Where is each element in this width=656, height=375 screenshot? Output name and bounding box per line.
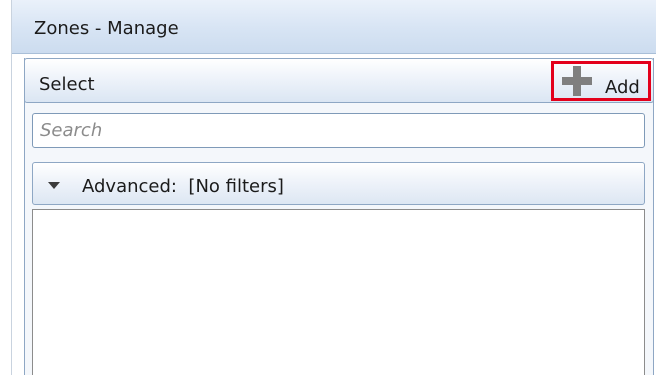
plus-icon [562, 66, 592, 96]
search-input[interactable] [32, 113, 645, 148]
add-button-label: Add [605, 77, 640, 98]
window-left-edge [11, 0, 12, 375]
chevron-down-icon[interactable] [48, 182, 60, 189]
advanced-filter-bar[interactable]: Advanced: [No filters] [32, 162, 645, 205]
panel-title: Select [39, 74, 95, 95]
advanced-filter-label: Advanced: [No filters] [82, 176, 284, 197]
title-bar: Zones - Manage [12, 0, 656, 54]
window-title: Zones - Manage [34, 18, 179, 39]
zones-manage-window: Zones - Manage Select Add Advanced: [No … [0, 0, 656, 375]
add-button[interactable]: Add [551, 61, 651, 101]
zones-list[interactable] [32, 209, 645, 375]
